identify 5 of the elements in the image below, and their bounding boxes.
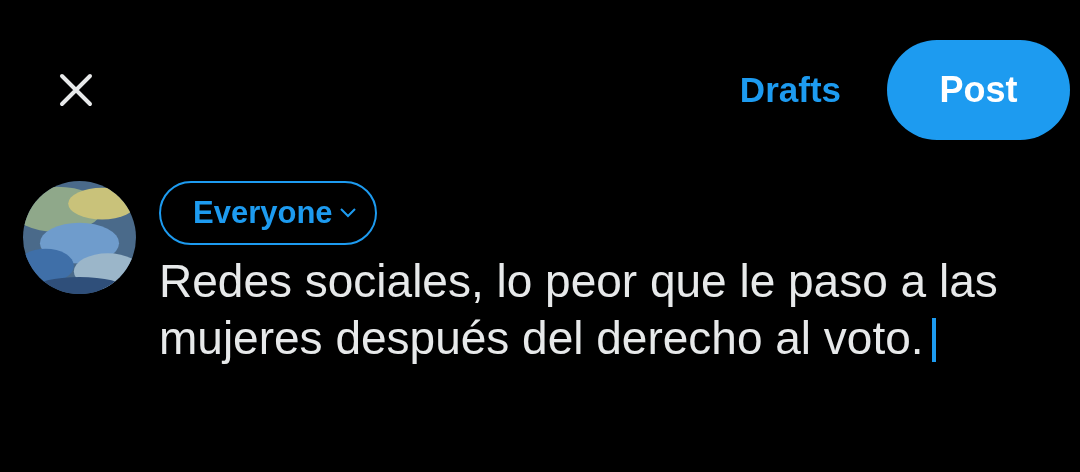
chevron-down-icon bbox=[338, 207, 357, 219]
drafts-link[interactable]: Drafts bbox=[739, 70, 841, 110]
close-icon bbox=[59, 73, 93, 107]
post-text: Redes sociales, lo peor que le paso a las mujeres después del derecho al voto. bbox=[159, 255, 998, 364]
audience-dropdown[interactable]: Everyone bbox=[159, 181, 377, 245]
